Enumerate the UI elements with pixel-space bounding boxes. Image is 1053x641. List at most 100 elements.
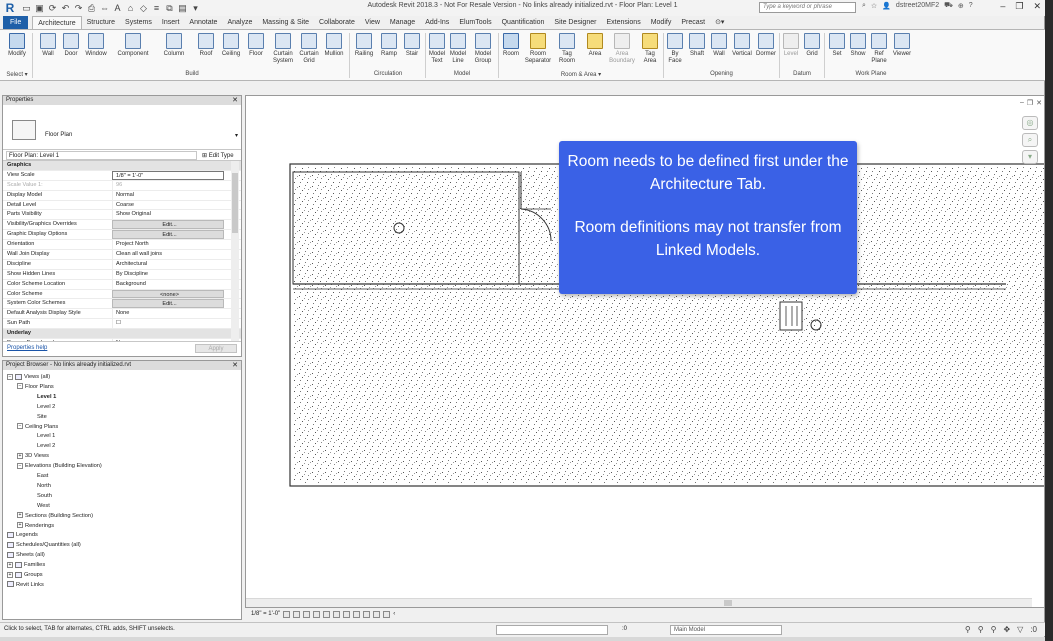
ceiling-button[interactable]: Ceiling [218,33,244,58]
nav-options-icon[interactable]: ▾ [1022,150,1038,164]
browser-node[interactable]: Level 1 [37,393,56,401]
reveal-hidden-icon[interactable] [353,610,361,618]
save-icon[interactable]: ▣ [34,3,45,14]
tab-structure[interactable]: Structure [82,16,120,29]
room-separator-button[interactable]: Room Separator [522,33,554,65]
column-button[interactable]: Column [160,33,188,58]
property-edit-button[interactable]: Edit... [112,230,224,240]
browser-node[interactable]: Site [37,413,47,421]
cart-icon[interactable]: ⛟ [944,1,953,10]
vertical-opening-button[interactable]: Vertical [730,33,754,58]
roof-button[interactable]: Roof [194,33,218,58]
area-boundary-button[interactable]: Area Boundary [607,33,637,65]
modify-button[interactable]: Modify [5,33,29,58]
tab-elumtools[interactable]: ElumTools [454,16,496,29]
communication-center-icon[interactable]: ☆ [871,2,877,10]
browser-node[interactable]: − Views (all) [7,373,50,381]
property-value[interactable]: 1/8" = 1'-0" [112,170,224,180]
wall-button[interactable]: Wall [37,33,59,58]
crop-view-icon[interactable] [323,610,331,618]
shaft-button[interactable]: Shaft [686,33,708,58]
curtain-system-button[interactable]: Curtain System [270,33,296,65]
expand-icon[interactable]: + [7,571,13,578]
type-selector[interactable]: Floor Plan ▾ [3,105,241,150]
property-value[interactable]: Show Original [112,210,224,220]
scroll-thumb[interactable] [232,173,238,233]
select-links-icon[interactable]: ⚲ [965,623,971,636]
curtain-grid-button[interactable]: Curtain Grid [296,33,322,65]
revit-logo-icon[interactable]: R [3,1,17,15]
select-pinned-icon[interactable]: ⚲ [991,623,997,636]
drag-elements-icon[interactable]: ✥ [1003,623,1010,636]
browser-node[interactable]: + Families [7,561,45,569]
floor-button[interactable]: Floor [245,33,267,58]
text-icon[interactable]: A [112,3,123,14]
browser-node[interactable]: + Groups [7,571,43,579]
tab-manage[interactable]: Manage [385,16,420,29]
tab-precast[interactable]: Precast [676,16,710,29]
component-button[interactable]: Component [113,33,153,58]
show-crop-icon[interactable] [333,610,341,618]
close-hidden-icon[interactable]: ⧉ [164,3,175,14]
temporary-hide-icon[interactable] [343,610,351,618]
browser-node[interactable]: − Floor Plans [17,383,54,391]
tab-systems[interactable]: Systems [120,16,157,29]
model-group-button[interactable]: Model Group [470,33,496,65]
browser-node[interactable]: Legends [7,531,38,539]
expand-icon[interactable]: + [17,512,23,519]
tab-add-ins[interactable]: Add-Ins [420,16,454,29]
tag-area-button[interactable]: Tag Area [638,33,662,65]
3d-view-icon[interactable]: ⌂ [125,3,136,14]
close-icon[interactable]: ✕ [1033,1,1041,12]
browser-node[interactable]: Schedules/Quantities (all) [7,541,81,549]
visual-style-icon[interactable] [293,610,301,618]
user-icon[interactable]: 👤 [882,2,891,10]
section-icon[interactable]: ◇ [138,3,149,14]
by-face-button[interactable]: By Face [665,33,685,65]
window-button[interactable]: Window [82,33,110,58]
view-scale[interactable]: 1/8" = 1'-0" [251,611,280,617]
minimize-icon[interactable]: – [1020,99,1024,107]
collapse-icon[interactable]: − [17,423,23,429]
property-edit-button[interactable]: <none> [112,289,224,299]
area-button[interactable]: Area [583,33,607,58]
scroll-thumb[interactable] [724,600,732,606]
help-icon[interactable]: ? [969,2,973,9]
tab-quantification[interactable]: Quantification [497,16,550,29]
tag-room-button[interactable]: Tag Room [555,33,579,65]
switch-windows-icon[interactable]: ▤ [177,3,188,14]
close-icon[interactable]: ✕ [232,96,238,105]
property-value[interactable]: Coarse [112,200,224,210]
tab-collaborate[interactable]: Collaborate [314,16,360,29]
expand-icon[interactable]: + [7,561,13,568]
collapse-icon[interactable]: − [17,462,23,469]
browser-node[interactable]: South [37,492,52,500]
browser-node[interactable]: + Renderings [17,522,54,530]
tab-insert[interactable]: Insert [157,16,185,29]
restore-icon[interactable]: ❐ [1015,1,1023,12]
level-button[interactable]: Level [781,33,801,58]
stair-button[interactable]: Stair [401,33,423,58]
chevron-left-icon[interactable]: ‹ [393,611,395,617]
restore-icon[interactable]: ❐ [1027,99,1033,107]
browser-node[interactable]: Sheets (all) [7,551,45,559]
tab-architecture[interactable]: Architecture [32,16,82,29]
zoom-icon[interactable]: ⌕ [1022,133,1038,147]
browser-node[interactable]: − Ceiling Plans [17,423,58,431]
collapse-icon[interactable]: − [7,373,13,380]
ribbon-minimize-icon[interactable]: ⊙▾ [710,16,729,29]
search-icon[interactable]: ⌕ [862,2,866,10]
tab-view[interactable]: View [360,16,385,29]
browser-node[interactable]: Level 2 [37,442,55,450]
tab-analyze[interactable]: Analyze [222,16,257,29]
drawing-area[interactable]: Room needs to be defined first under the… [245,95,1045,608]
browser-node[interactable]: − Elevations (Building Elevation) [17,462,102,470]
detail-level-icon[interactable] [283,610,291,618]
horizontal-scrollbar[interactable] [246,598,1032,607]
worksharing-icon[interactable] [363,610,371,618]
sun-path-icon[interactable] [303,610,311,618]
expand-icon[interactable]: + [17,452,23,459]
filter-icon[interactable]: ▽ [1017,623,1023,636]
show-button[interactable]: Show [848,33,868,58]
shadows-icon[interactable] [313,610,321,618]
